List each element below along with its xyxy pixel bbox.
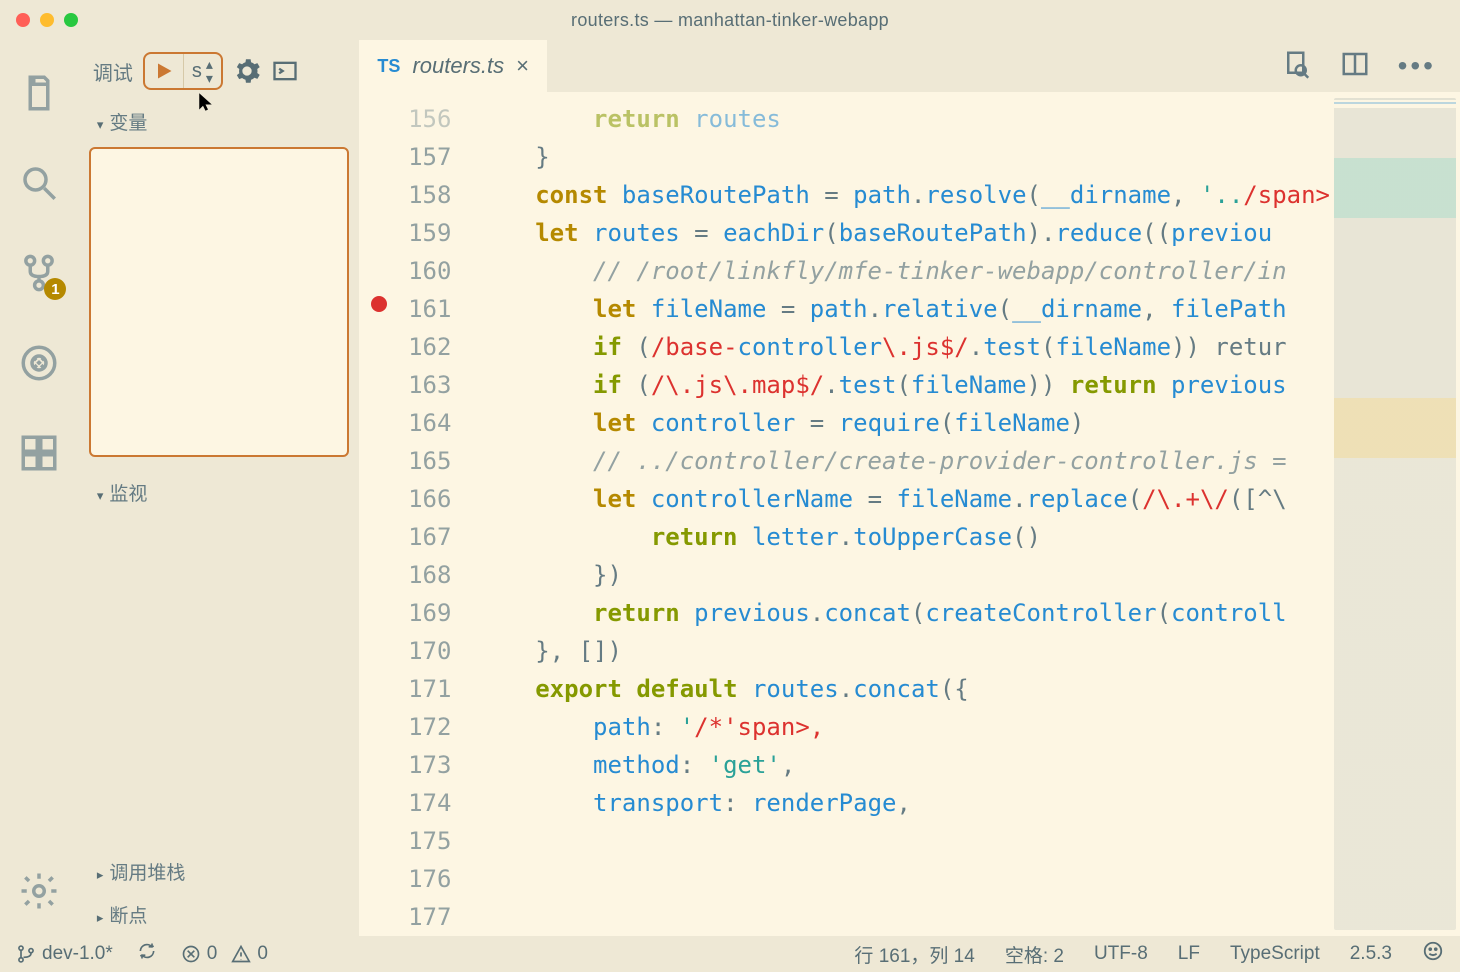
window-close-button[interactable] xyxy=(16,13,30,27)
window-title: routers.ts — manhattan-tinker-webapp xyxy=(571,10,889,31)
encoding-status[interactable]: UTF-8 xyxy=(1094,943,1148,965)
debug-config-select[interactable]: s▴▾ xyxy=(183,54,221,88)
editor: TS routers.ts × ••• 15615715815916016116… xyxy=(359,40,1460,936)
window-maximize-button[interactable] xyxy=(64,13,78,27)
settings-gear-icon[interactable] xyxy=(18,870,60,912)
more-actions-icon[interactable]: ••• xyxy=(1398,59,1436,73)
errors-status[interactable]: 0 0 xyxy=(181,943,268,965)
traffic-lights[interactable] xyxy=(16,13,78,27)
indent-status[interactable]: 空格: 2 xyxy=(1005,941,1064,968)
eol-status[interactable]: LF xyxy=(1178,943,1200,965)
callstack-section[interactable]: ▸调用堆栈 xyxy=(79,850,360,893)
titlebar: routers.ts — manhattan-tinker-webapp xyxy=(0,0,1460,40)
extensions-icon[interactable] xyxy=(18,432,60,474)
language-status[interactable]: TypeScript xyxy=(1230,943,1320,965)
minimap[interactable] xyxy=(1330,92,1460,936)
start-debug-button[interactable] xyxy=(145,54,183,88)
variables-box[interactable] xyxy=(89,147,350,457)
activity-bar: 1 xyxy=(0,40,79,936)
breakpoints-section[interactable]: ▸断点 xyxy=(79,893,360,936)
cursor-position[interactable]: 行 161，列 14 xyxy=(854,941,974,968)
code-text[interactable]: return routes } const baseRoutePath = pa… xyxy=(469,92,1330,936)
source-control-icon[interactable]: 1 xyxy=(18,252,60,294)
git-branch[interactable]: dev-1.0* xyxy=(16,943,113,965)
debug-console-icon[interactable] xyxy=(271,57,299,85)
feedback-icon[interactable] xyxy=(1422,940,1444,968)
debug-settings-icon[interactable] xyxy=(233,57,261,85)
typescript-icon: TS xyxy=(377,56,400,77)
split-editor-icon[interactable] xyxy=(1340,49,1370,84)
debug-label: 调试 xyxy=(93,57,133,86)
tab-close-icon[interactable]: × xyxy=(516,53,529,79)
explorer-icon[interactable] xyxy=(18,72,60,114)
ts-version[interactable]: 2.5.3 xyxy=(1350,943,1392,965)
status-bar: dev-1.0* 0 0 行 161，列 14 空格: 2 UTF-8 LF T… xyxy=(0,936,1460,972)
scm-badge: 1 xyxy=(44,278,66,300)
debug-side-panel: 调试 s▴▾ ▾变量 ▾监视 ▸调用堆栈 ▸断点 xyxy=(79,40,360,936)
window-minimize-button[interactable] xyxy=(40,13,54,27)
variables-section[interactable]: ▾变量 xyxy=(79,100,360,143)
main-area: 1 调试 s▴▾ ▾变量 ▾监视 ▸调用堆栈 ▸断点 TS routers.ts xyxy=(0,40,1460,936)
gutter[interactable]: 1561571581591601611621631641651661671681… xyxy=(359,92,469,936)
watch-section[interactable]: ▾监视 xyxy=(79,471,360,514)
debug-header: 调试 s▴▾ xyxy=(79,52,360,100)
code-area[interactable]: 1561571581591601611621631641651661671681… xyxy=(359,92,1460,936)
tab-label: routers.ts xyxy=(412,53,504,79)
debug-config-box: s▴▾ xyxy=(143,52,223,90)
search-icon[interactable] xyxy=(18,162,60,204)
sync-icon[interactable] xyxy=(137,941,157,967)
tab-routers[interactable]: TS routers.ts × xyxy=(359,40,547,92)
debug-icon[interactable] xyxy=(18,342,60,384)
tab-bar: TS routers.ts × ••• xyxy=(359,40,1460,92)
editor-actions: ••• xyxy=(1282,40,1460,92)
find-file-icon[interactable] xyxy=(1282,49,1312,84)
